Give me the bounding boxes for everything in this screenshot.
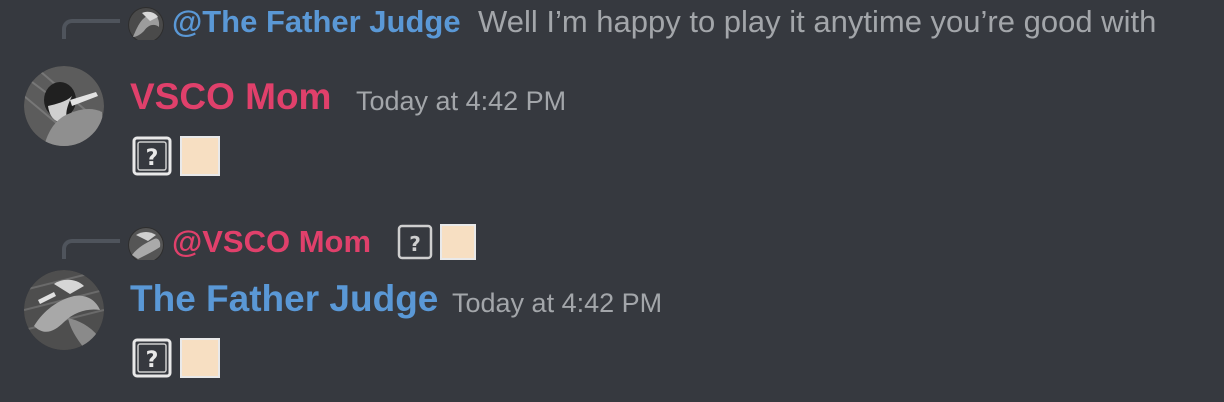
reply-mention[interactable]: @The Father Judge (172, 4, 461, 40)
skin-tone-swatch-icon (180, 136, 220, 176)
message-timestamp[interactable]: Today at 4:42 PM (452, 288, 662, 319)
avatar[interactable] (24, 270, 104, 350)
reply-avatar[interactable] (128, 7, 164, 40)
message-item[interactable]: @The Father Judge Well I’m happy to play… (0, 0, 1224, 190)
skin-tone-swatch-icon (440, 224, 476, 260)
reply-reference[interactable]: @VSCO Mom ? (0, 220, 1224, 260)
reply-preview-text[interactable]: Well I’m happy to play it anytime you’re… (478, 4, 1156, 40)
reply-reference[interactable]: @The Father Judge Well I’m happy to play… (0, 0, 1224, 40)
svg-text:?: ? (146, 348, 159, 373)
unknown-emoji-icon: ? (132, 136, 172, 176)
message-content: ? (132, 338, 222, 378)
avatar[interactable] (24, 66, 104, 146)
unknown-emoji-icon: ? (132, 338, 172, 378)
message-content: ? (132, 136, 222, 176)
reply-avatar[interactable] (128, 227, 164, 260)
message-timestamp[interactable]: Today at 4:42 PM (356, 86, 566, 117)
skin-tone-swatch-icon (180, 338, 220, 378)
message-item[interactable]: @VSCO Mom ? The Father Judge Today at 4:… (0, 220, 1224, 402)
svg-text:?: ? (409, 232, 421, 256)
author-name[interactable]: VSCO Mom (130, 76, 331, 118)
reply-mention[interactable]: @VSCO Mom (172, 224, 371, 260)
reply-spine (62, 239, 120, 259)
author-name[interactable]: The Father Judge (130, 278, 438, 320)
svg-text:?: ? (146, 146, 159, 171)
reply-spine (62, 19, 120, 39)
unknown-emoji-icon: ? (397, 224, 433, 260)
chat-messages: @The Father Judge Well I’m happy to play… (0, 0, 1224, 402)
